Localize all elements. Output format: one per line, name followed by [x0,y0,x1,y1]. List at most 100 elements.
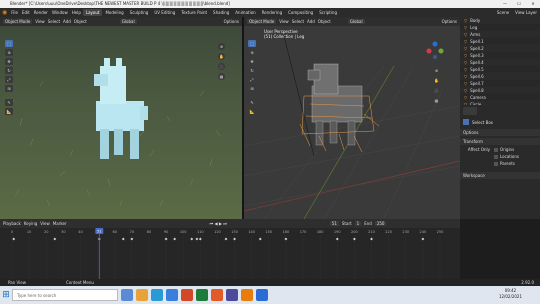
keyframe-marker[interactable] [370,237,373,241]
outliner-row[interactable]: ▽ Arms [460,31,540,38]
annotate-tool-icon[interactable]: ✎ [5,99,13,106]
tab-shading[interactable]: Shading [210,9,232,16]
maximize-icon[interactable]: ☐ [512,0,526,8]
zoom-icon[interactable]: ⊕ [218,43,225,50]
minimize-icon[interactable]: — [498,0,512,8]
tab-texture-paint[interactable]: Texture Paint [178,9,210,16]
left-transform-dropdown[interactable]: Global [119,19,137,24]
outliner-row[interactable]: ▽ Spell.6 [460,73,540,80]
scale-tool-icon[interactable]: ⤢ [5,76,13,83]
left-menu-select[interactable]: Select [48,19,60,24]
check-origins[interactable]: Origins [494,147,519,152]
keyframe-marker[interactable] [284,237,288,241]
right-transform-dropdown[interactable]: Global [347,19,365,24]
right-menu-view[interactable]: View [279,19,289,24]
outliner-row[interactable]: ▽ Spell.1 [460,38,540,45]
outliner-row[interactable]: ▽ Leg [460,24,540,31]
spotify-icon[interactable] [196,289,208,301]
pan-icon[interactable]: ✋ [218,53,225,60]
left-viewport[interactable]: Object Mode View Select Add Object Globa… [0,17,242,219]
right-menu-select[interactable]: Select [292,19,304,24]
blender-logo-icon[interactable]: ◉ [0,9,9,16]
workspace-section[interactable]: Workspace [460,172,540,179]
right-cursor-tool-icon[interactable]: ⊕ [248,49,256,56]
timeline[interactable]: Playback Keying View Marker ⏮ ◀ ▶ ⏭ 51 S… [0,219,460,279]
keyframe-marker[interactable] [190,237,194,241]
transform-tool-icon[interactable]: ⊞ [5,85,13,92]
transform-section[interactable]: Transform [460,138,540,145]
left-mode-dropdown[interactable]: Object Mode [3,19,33,24]
windows-start-icon[interactable]: ⊞ [0,290,12,300]
grid-icon[interactable]: ▦ [218,73,225,80]
options-section[interactable]: Options [460,129,540,136]
outliner-row[interactable]: ▽ Spell.4 [460,59,540,66]
keyframe-marker[interactable] [198,237,202,241]
right-menu-add[interactable]: Add [307,19,315,24]
taskbar-search-input[interactable]: Type here to search [12,289,118,301]
end-frame-field[interactable]: 250 [374,221,387,226]
timeline-menu-playback[interactable]: Playback [3,221,21,226]
right-options-dropdown[interactable]: Options [442,19,457,24]
cursor-tool-icon[interactable]: ⊕ [5,49,13,56]
tab-layout[interactable]: Layout [82,9,103,16]
right-transform-tool-icon[interactable]: ⊞ [248,85,256,92]
keyframe-marker[interactable] [12,237,16,241]
tab-compositing[interactable]: Compositing [285,9,316,16]
menu-file[interactable]: File [9,10,20,15]
file-explorer-icon[interactable] [136,289,148,301]
edge-icon[interactable] [151,289,163,301]
camera-icon[interactable]: 🎥 [218,63,225,70]
firefox-icon[interactable] [211,289,223,301]
menu-help[interactable]: Help [70,10,83,15]
right-viewport[interactable]: Object Mode View Select Add Object Globa… [244,17,460,219]
discord-icon[interactable] [226,289,238,301]
right-annotate-tool-icon[interactable]: ✎ [248,99,256,106]
office-icon[interactable] [181,289,193,301]
left-menu-add[interactable]: Add [63,19,71,24]
task-view-icon[interactable] [121,289,133,301]
right-zoom-icon[interactable]: ⊕ [433,67,440,74]
navigation-gizmo-icon[interactable] [424,39,446,61]
right-camera-icon[interactable]: 🎥 [433,87,440,94]
tab-animation[interactable]: Animation [232,9,258,16]
measure-tool-icon[interactable]: 📐 [5,108,13,115]
tab-modeling[interactable]: Modeling [102,9,126,16]
keyframe-marker[interactable] [195,237,199,241]
mail-icon[interactable] [256,289,268,301]
check-parents[interactable]: Parents [494,161,519,166]
left-options-dropdown[interactable]: Options [224,19,239,24]
right-scale-tool-icon[interactable]: ⤢ [248,76,256,83]
timeline-menu-view[interactable]: View [40,221,50,226]
rotate-tool-icon[interactable]: ↻ [5,67,13,74]
keyframe-marker[interactable] [173,237,177,241]
outliner-row[interactable]: ▽ Spell.3 [460,52,540,59]
timeline-menu-marker[interactable]: Marker [53,221,67,226]
left-menu-view[interactable]: View [35,19,45,24]
right-pan-icon[interactable]: ✋ [433,77,440,84]
menu-render[interactable]: Render [32,10,50,15]
store-icon[interactable] [166,289,178,301]
tab-rendering[interactable]: Rendering [259,9,285,16]
tab-uv-editing[interactable]: UV Editing [151,9,178,16]
close-icon[interactable]: ✕ [526,0,540,8]
keyframe-marker[interactable] [224,237,228,241]
scene-selector[interactable]: Scene [494,9,512,16]
outliner-row[interactable]: ▽ Spell.2 [460,45,540,52]
tab-scripting[interactable]: Scripting [316,9,340,16]
outliner-row[interactable]: ▽ Spell.7 [460,80,540,87]
keyframe-marker[interactable] [233,237,236,241]
right-grid-icon[interactable]: ▦ [433,97,440,104]
keyframe-marker[interactable] [164,237,168,241]
keyframe-marker[interactable] [335,237,339,241]
outliner-row[interactable]: ▽ Spell.5 [460,66,540,73]
view-layer-selector[interactable]: View Layer [512,9,540,16]
tab-sculpting[interactable]: Sculpting [127,9,152,16]
outliner-row[interactable]: ▽ Spell.8 [460,87,540,94]
keyframe-marker[interactable] [258,237,262,241]
check-locations[interactable]: Locations [494,154,519,159]
select-tool-icon[interactable]: ⬚ [5,40,13,47]
right-rotate-tool-icon[interactable]: ↻ [248,67,256,74]
blender-taskbar-icon[interactable] [241,289,253,301]
system-clock[interactable]: 09:42 12/02/2021 [499,288,522,300]
move-tool-icon[interactable]: ✥ [5,58,13,65]
